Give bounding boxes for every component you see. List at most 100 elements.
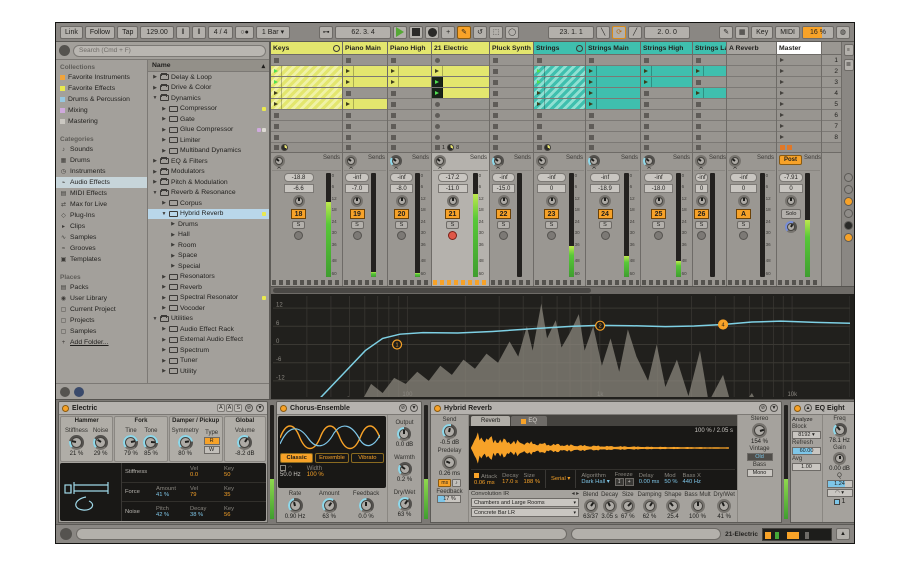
hybrid-param-serial[interactable]: Serial ▾ <box>551 476 570 482</box>
send-a-knob[interactable] <box>434 155 446 167</box>
nudge-down-icon[interactable]: ‖ <box>176 26 190 39</box>
volume-display[interactable]: -8.0 <box>390 184 413 193</box>
show-trackdelay-toggle[interactable] <box>844 221 853 230</box>
scene-number[interactable]: 5 <box>822 99 841 110</box>
param-value[interactable]: 3.05 s <box>601 514 617 520</box>
tree-item-utilities[interactable]: ▼Utilities <box>148 314 269 325</box>
param-value[interactable]: 63 % <box>398 512 412 518</box>
quantization-menu[interactable]: 1 Bar ▾ <box>256 26 290 39</box>
param-value[interactable]: 154 % <box>751 439 768 445</box>
sidebar-item-audio-effects[interactable]: ⌁Audio Effects <box>56 177 147 188</box>
analyze-label[interactable]: Analyze <box>792 417 821 423</box>
track-number-button[interactable]: 25 <box>651 209 666 219</box>
clip-slot[interactable] <box>271 55 342 66</box>
track-header[interactable]: Strings Laye <box>693 42 726 55</box>
vintage-value[interactable]: Old <box>747 453 773 461</box>
param-value[interactable]: 440 Hz <box>683 479 701 485</box>
browser-menu-icon[interactable] <box>60 387 70 397</box>
clip-slot[interactable] <box>388 88 431 99</box>
scene-number[interactable]: 8 <box>822 132 841 143</box>
peak-level-display[interactable]: -inf <box>390 173 413 182</box>
stop-clips-cell[interactable] <box>693 143 726 153</box>
clip-launch-button[interactable] <box>641 66 652 76</box>
solo-button[interactable]: S <box>497 221 510 229</box>
tree-item-hybrid-reverb[interactable]: ▼Hybrid Reverb <box>148 209 269 220</box>
chevron-down-icon[interactable]: ▼ <box>152 316 158 322</box>
header-tag-a[interactable]: A <box>217 404 225 412</box>
track-number-button[interactable]: 19 <box>350 209 365 219</box>
freeze-in-button[interactable]: ↧ <box>615 478 624 486</box>
clip-slot[interactable] <box>534 66 585 77</box>
clip-slot[interactable] <box>777 132 821 143</box>
param-value[interactable]: 29 % <box>94 451 108 457</box>
param-value[interactable]: 85 % <box>144 451 158 457</box>
volume-display[interactable]: -6.6 <box>284 184 314 193</box>
tree-item-eq-filters[interactable]: ▶EQ & Filters <box>148 156 269 167</box>
loop-length-display[interactable]: 2. 0. 0 <box>644 26 690 39</box>
bass-mono-value[interactable]: Mono <box>747 469 773 477</box>
param-value[interactable]: 17.0 s <box>502 479 518 485</box>
stop-clips-cell[interactable] <box>727 143 776 153</box>
tree-item-special[interactable]: ▶Special <box>148 261 269 272</box>
clip-launch-button[interactable] <box>388 66 399 76</box>
param-value[interactable]: 188 % <box>524 479 540 485</box>
clip-slot[interactable] <box>343 110 387 121</box>
browser-help-icon[interactable] <box>74 387 84 397</box>
param-value[interactable]: 50 % <box>664 479 677 485</box>
arm-button[interactable] <box>353 231 362 240</box>
chevron-right-icon[interactable]: ▶ <box>170 242 176 248</box>
clip-slot[interactable] <box>271 66 342 77</box>
clip-slot[interactable] <box>534 88 585 99</box>
cue-volume-knob[interactable] <box>785 221 797 233</box>
chevron-right-icon[interactable]: ▶ <box>170 263 176 269</box>
clip-slot[interactable] <box>777 99 821 110</box>
param-value[interactable]: 0.00 ms <box>639 479 660 485</box>
solo-button[interactable]: S <box>395 221 408 229</box>
sidebar-item-clips[interactable]: ▸Clips <box>56 221 147 232</box>
save-preset-icon[interactable]: ▼ <box>256 404 264 412</box>
stop-button[interactable] <box>409 26 423 39</box>
blend-param-knob[interactable] <box>584 499 598 513</box>
track-number-button[interactable]: 18 <box>291 209 306 219</box>
clip-slot[interactable] <box>586 88 640 99</box>
clip-slot[interactable] <box>641 55 692 66</box>
clip-slot[interactable] <box>432 88 489 99</box>
chevron-right-icon[interactable]: ▶ <box>161 305 167 311</box>
clip-slot[interactable] <box>271 132 342 143</box>
chevron-right-icon[interactable]: ▶ <box>152 169 158 175</box>
track-header[interactable]: Master <box>777 42 821 55</box>
tree-item-resonators[interactable]: ▶Resonators <box>148 272 269 283</box>
group-unfold-icon[interactable] <box>576 45 583 52</box>
tree-item-drive-color[interactable]: ▶Drive & Color <box>148 83 269 94</box>
clip-slot[interactable] <box>534 121 585 132</box>
tap-tempo-button[interactable]: Tap <box>117 26 138 39</box>
peak-level-display[interactable]: -17.2 <box>438 173 468 182</box>
clip-slot[interactable] <box>388 121 431 132</box>
track-header[interactable]: Strings <box>534 42 585 55</box>
chevron-right-icon[interactable]: ▶ <box>161 137 167 143</box>
hscrollbar-thumb[interactable] <box>273 288 591 293</box>
chevron-right-icon[interactable]: ▶ <box>161 106 167 112</box>
sidebar-item-sounds[interactable]: ♪Sounds <box>56 144 147 155</box>
time-signature[interactable]: 4 / 4 <box>208 26 234 39</box>
param-value[interactable]: 0.2 % <box>397 477 412 483</box>
scene-number[interactable]: 3 <box>822 77 841 88</box>
save-preset-icon[interactable]: ▼ <box>410 404 418 412</box>
clip-slot[interactable] <box>388 55 431 66</box>
clip-slot[interactable] <box>693 88 726 99</box>
tree-item-vocoder[interactable]: ▶Vocoder <box>148 303 269 314</box>
session-hscrollbar[interactable] <box>271 286 854 294</box>
band-toggle[interactable]: 1 <box>834 498 846 505</box>
clip-launch-button[interactable] <box>641 77 652 87</box>
track-number-button[interactable]: A <box>736 209 751 219</box>
stop-clips-cell[interactable] <box>490 143 533 153</box>
hybrid-param-440-hz[interactable]: Bass X440 Hz <box>683 473 701 485</box>
volume-display[interactable]: 0 <box>730 184 758 193</box>
follow-button[interactable]: Follow <box>85 26 115 39</box>
clip-slot[interactable] <box>343 66 387 77</box>
track-number-button[interactable]: 24 <box>598 209 613 219</box>
link-button[interactable]: Link <box>60 26 83 39</box>
chorus-mode-ensemble[interactable]: Ensemble <box>315 453 348 463</box>
clip-launch-button[interactable] <box>693 66 704 76</box>
avg-value[interactable]: 1.00 <box>792 463 821 471</box>
